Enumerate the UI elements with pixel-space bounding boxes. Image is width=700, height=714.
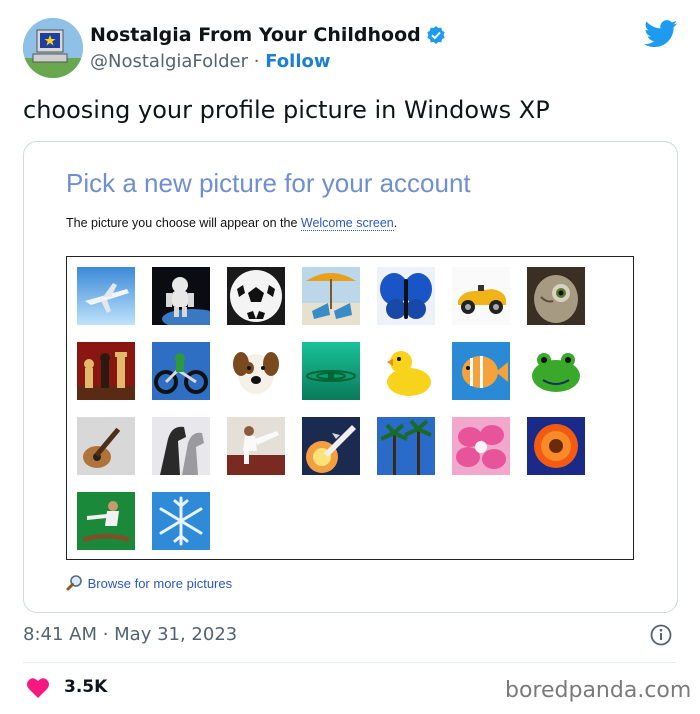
- picture-fish[interactable]: [452, 342, 510, 400]
- picture-chess[interactable]: [77, 342, 135, 400]
- heart-icon[interactable]: [26, 677, 50, 699]
- tweet-timestamp[interactable]: 8:41 AM · May 31, 2023: [23, 624, 237, 645]
- picture-horses[interactable]: [152, 417, 210, 475]
- picture-owl[interactable]: [527, 267, 585, 325]
- picture-butterfly[interactable]: [377, 267, 435, 325]
- follow-button[interactable]: Follow: [265, 51, 330, 72]
- welcome-screen-link[interactable]: Welcome screen: [300, 216, 394, 231]
- picture-airplane-launch[interactable]: [302, 417, 360, 475]
- author-handle[interactable]: @NostalgiaFolder: [90, 51, 248, 72]
- browse-more-pictures-link[interactable]: Browse for more pictures: [66, 574, 232, 592]
- picture-race-car[interactable]: [452, 267, 510, 325]
- picture-orange-flower[interactable]: [527, 417, 585, 475]
- picture-beach-chairs[interactable]: [302, 267, 360, 325]
- handle-separator: ·: [253, 51, 260, 72]
- tweet-text: choosing your profile picture in Windows…: [23, 96, 550, 124]
- xp-description-suffix: .: [393, 216, 398, 230]
- picture-dirt-bike[interactable]: [152, 342, 210, 400]
- picture-dog[interactable]: [227, 342, 285, 400]
- like-count[interactable]: 3.5K: [64, 677, 107, 697]
- picture-karate[interactable]: [227, 417, 285, 475]
- watermark: boredpanda.com: [505, 678, 692, 703]
- twitter-bird-icon[interactable]: [644, 20, 678, 48]
- picture-frog[interactable]: [527, 342, 585, 400]
- magnifier-icon: [66, 575, 82, 591]
- author-handle-row: @NostalgiaFolder · Follow: [90, 51, 331, 72]
- xp-dialog-description: The picture you choose will appear on th…: [66, 216, 398, 231]
- picture-soccer-ball[interactable]: [227, 267, 285, 325]
- picture-skateboard[interactable]: [77, 492, 135, 550]
- xp-dialog-title: Pick a new picture for your account: [66, 168, 471, 198]
- picture-guitar[interactable]: [77, 417, 135, 475]
- info-icon[interactable]: [650, 624, 672, 646]
- picture-duck[interactable]: [377, 342, 435, 400]
- author-avatar[interactable]: [23, 18, 83, 78]
- xp-description-prefix: The picture you choose will appear on th…: [66, 216, 301, 230]
- picture-airplane[interactable]: [77, 267, 135, 325]
- picture-astronaut[interactable]: [152, 267, 210, 325]
- author-name[interactable]: Nostalgia From Your Childhood: [90, 24, 421, 46]
- divider: [23, 662, 676, 663]
- picture-snowflake[interactable]: [152, 492, 210, 550]
- avatar-computer-icon: [23, 18, 83, 78]
- browse-label: Browse for more pictures: [87, 576, 233, 591]
- picture-grid: [66, 256, 634, 560]
- picture-palm-trees[interactable]: [377, 417, 435, 475]
- picture-drip[interactable]: [302, 342, 360, 400]
- verified-badge-icon: [426, 25, 446, 45]
- picture-pink-flower[interactable]: [452, 417, 510, 475]
